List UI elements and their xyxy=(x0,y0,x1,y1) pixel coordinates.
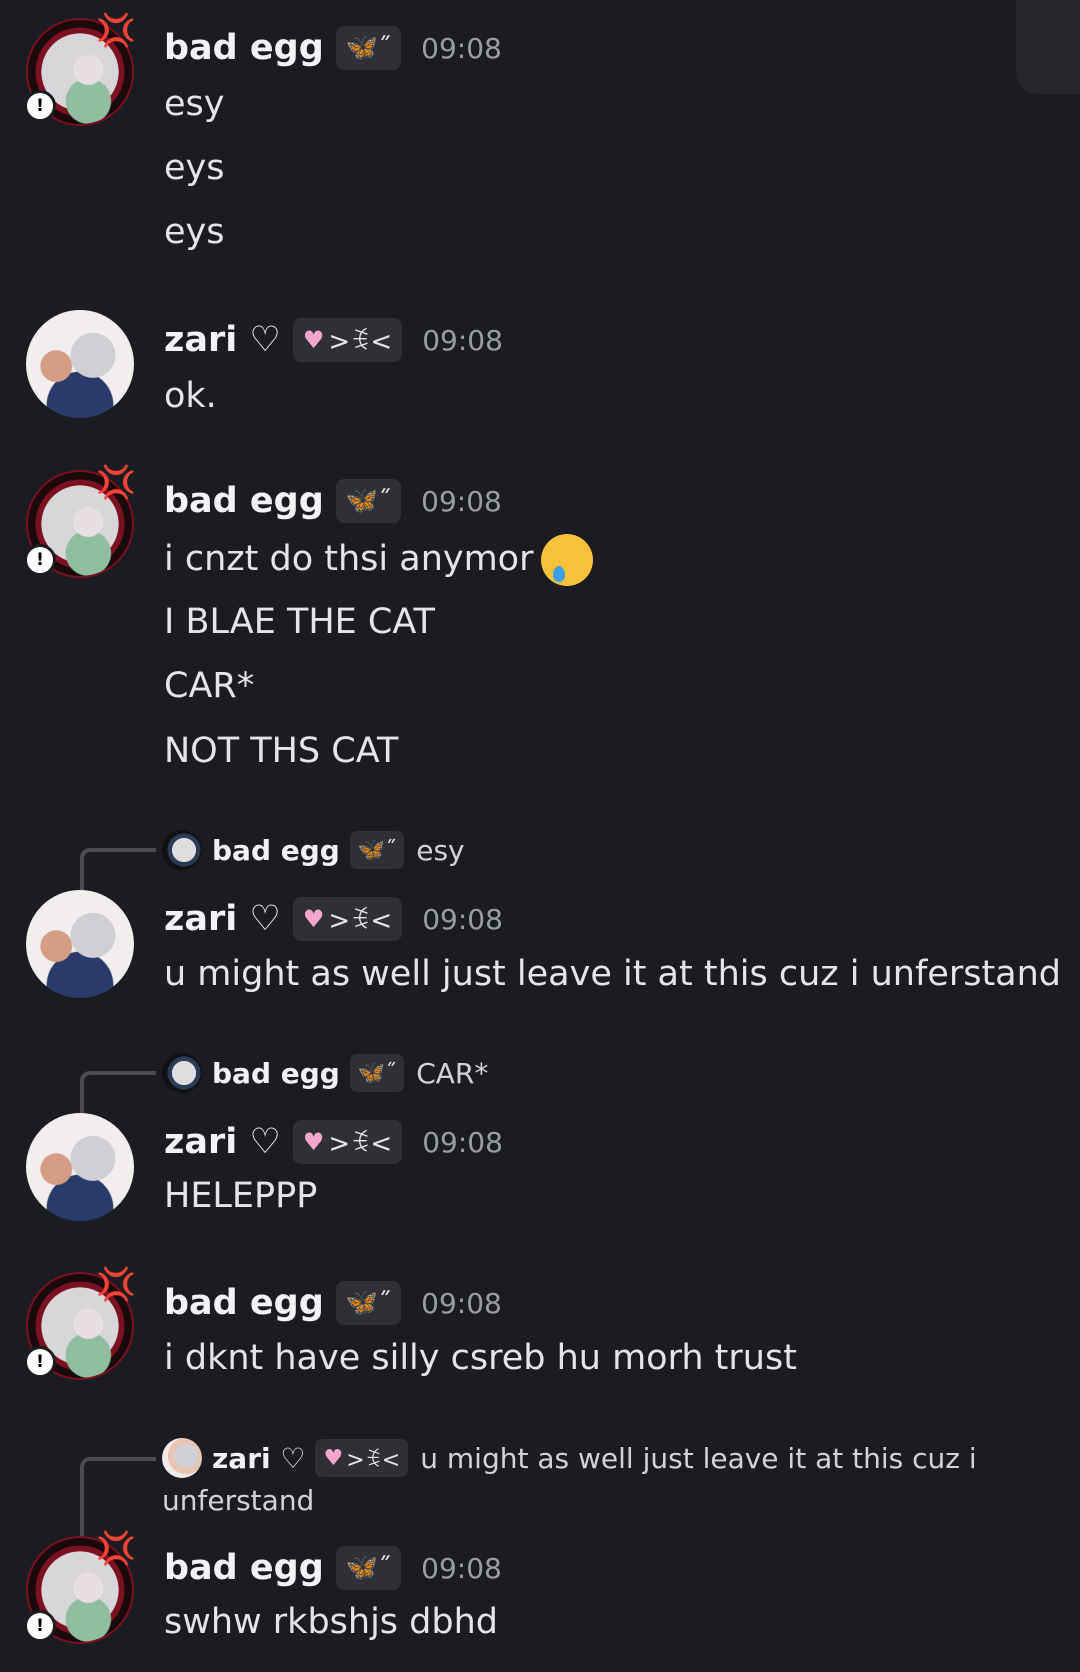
reply-username: bad egg xyxy=(212,1056,340,1090)
reply-text: u might as well just leave it at this cu… xyxy=(420,1441,977,1475)
reply-username: zari ♡ xyxy=(212,1441,306,1475)
message-text: esy xyxy=(164,84,225,124)
username[interactable]: bad egg xyxy=(164,28,324,68)
username[interactable]: bad egg xyxy=(164,1548,324,1588)
message-text: I BLAE THE CAT xyxy=(164,602,435,642)
message-text: i cnzt do thsi anymor xyxy=(164,534,594,586)
reply-text: esy xyxy=(416,833,465,867)
anger-icon: 💢 xyxy=(96,463,136,501)
anger-icon: 💢 xyxy=(96,1529,136,1567)
user-tag: 🦋˝ xyxy=(335,479,402,523)
message-header: bad egg 🦋˝ 09:08 xyxy=(164,1546,502,1590)
reply-preview[interactable]: bad egg 🦋˝ esy xyxy=(162,830,465,870)
warning-icon: ! xyxy=(24,544,56,576)
reply-spine xyxy=(80,848,156,892)
reply-text: CAR* xyxy=(416,1056,489,1090)
user-tag: 🦋˝ xyxy=(335,1281,402,1325)
username[interactable]: zari ♡ xyxy=(164,899,281,939)
message-header: bad egg 🦋˝ 09:08 xyxy=(164,26,502,70)
message-header: bad egg 🦋˝ 09:08 xyxy=(164,1281,502,1325)
reply-preview[interactable]: bad egg 🦋˝ CAR* xyxy=(162,1053,488,1093)
message-text: eys xyxy=(164,212,225,252)
username[interactable]: zari ♡ xyxy=(164,1122,281,1162)
reply-user-tag: ♥ >ꉂ< xyxy=(315,1439,409,1477)
message-text: i dknt have silly csreb hu morh trust xyxy=(164,1338,797,1378)
timestamp: 09:08 xyxy=(422,1125,503,1159)
message-text: u might as well just leave it at this cu… xyxy=(164,954,1062,994)
anger-icon: 💢 xyxy=(96,11,136,49)
reply-user-tag: 🦋˝ xyxy=(349,831,405,869)
scroll-corner xyxy=(1016,0,1080,94)
user-tag: 🦋˝ xyxy=(335,1546,402,1590)
reply-avatar xyxy=(162,830,202,870)
message-text: eys xyxy=(164,148,225,188)
message-header: bad egg 🦋˝ 09:08 xyxy=(164,479,502,523)
reply-spine xyxy=(80,1071,156,1115)
username[interactable]: bad egg xyxy=(164,481,324,521)
user-tag: ♥ >ꉂ< xyxy=(292,897,403,941)
reply-user-tag: 🦋˝ xyxy=(349,1054,405,1092)
timestamp: 09:08 xyxy=(422,323,503,357)
warning-icon: ! xyxy=(24,1346,56,1378)
timestamp: 09:08 xyxy=(421,484,502,518)
user-tag: ♥ >ꉂ< xyxy=(292,1120,403,1164)
timestamp: 09:08 xyxy=(422,902,503,936)
message-header: zari ♡ ♥ >ꉂ< 09:08 xyxy=(164,897,503,941)
message-text: HELEPPP xyxy=(164,1176,318,1216)
reply-avatar xyxy=(162,1053,202,1093)
warning-icon: ! xyxy=(24,90,56,122)
reply-username: bad egg xyxy=(212,833,340,867)
user-tag: 🦋˝ xyxy=(335,26,402,70)
username[interactable]: zari ♡ xyxy=(164,320,281,360)
reply-preview[interactable]: zari ♡ ♥ >ꉂ< u might as well just leave i… xyxy=(162,1438,977,1478)
user-tag: ♥ >ꉂ< xyxy=(292,318,403,362)
crying-emoji-icon xyxy=(541,534,594,586)
heart-icon: ♥ xyxy=(302,326,325,354)
message-text: CAR* xyxy=(164,666,255,706)
message-header: zari ♡ ♥ >ꉂ< 09:08 xyxy=(164,318,503,362)
avatar[interactable] xyxy=(26,310,134,418)
heart-icon: ♥ xyxy=(302,905,325,933)
message-text: NOT THS CAT xyxy=(164,731,399,771)
timestamp: 09:08 xyxy=(421,31,502,65)
avatar[interactable] xyxy=(26,890,134,998)
username[interactable]: bad egg xyxy=(164,1283,324,1323)
reply-avatar xyxy=(162,1438,202,1478)
heart-icon: ♥ xyxy=(302,1128,325,1156)
timestamp: 09:08 xyxy=(421,1551,502,1585)
timestamp: 09:08 xyxy=(421,1286,502,1320)
avatar[interactable] xyxy=(26,1113,134,1221)
reply-text-continued: unferstand xyxy=(162,1484,315,1517)
message-text: ok. xyxy=(164,376,217,416)
anger-icon: 💢 xyxy=(96,1265,136,1303)
warning-icon: ! xyxy=(24,1610,56,1642)
heart-icon: ♥ xyxy=(323,1445,344,1471)
message-text: swhw rkbshjs dbhd xyxy=(164,1602,499,1642)
message-header: zari ♡ ♥ >ꉂ< 09:08 xyxy=(164,1120,503,1164)
